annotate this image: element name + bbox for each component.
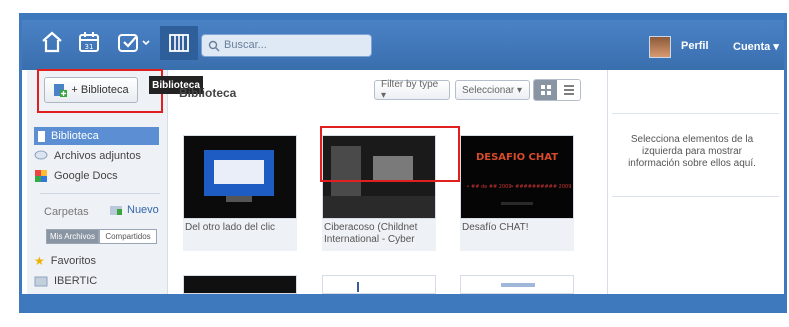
page-title: Biblioteca	[179, 86, 237, 100]
folder-icon	[34, 276, 48, 287]
view-toggle	[533, 79, 581, 101]
svg-text:31: 31	[85, 43, 94, 51]
search-input[interactable]: Buscar...	[201, 34, 372, 57]
home-icon[interactable]	[38, 30, 66, 54]
avatar[interactable]	[649, 36, 671, 58]
search-placeholder: Buscar...	[224, 39, 267, 51]
new-folder-label: Nuevo	[127, 204, 159, 216]
app-frame: 31 Buscar... Perfil Cuenta ▾ + Bibliotec…	[0, 0, 789, 327]
grid-view-button[interactable]	[534, 80, 557, 100]
select-dropdown[interactable]: Seleccionar ▾	[455, 80, 530, 100]
video-thumbnail	[184, 136, 296, 218]
sidebar-item-ibertic[interactable]: IBERTIC	[34, 272, 97, 290]
tab-my-files[interactable]: Mis Archivos	[46, 229, 99, 244]
svg-text:• ## de ## 2009: • ## de ## 2009	[466, 184, 511, 190]
sidebar-item-google-docs[interactable]: Google Docs	[34, 167, 118, 185]
library-button[interactable]	[160, 26, 198, 60]
library-item-caption[interactable]: Desafío CHAT!	[460, 219, 574, 251]
library-nav-icon	[38, 130, 45, 142]
sidebar-item-label: Google Docs	[54, 170, 118, 182]
library-item-thumbnail[interactable]	[460, 275, 574, 294]
google-docs-icon	[35, 170, 47, 182]
folders-label: Carpetas	[44, 206, 89, 218]
thumbnail-mark	[501, 283, 535, 287]
account-menu[interactable]: Cuenta ▾	[733, 40, 779, 53]
chat-bubble-icon	[34, 150, 48, 160]
star-icon: ★	[34, 254, 45, 268]
library-item-caption[interactable]: Del otro lado del clic	[183, 219, 297, 251]
library-item-caption[interactable]: Ciberacoso (Childnet International - Cyb…	[322, 219, 436, 251]
filter-by-type-dropdown[interactable]: Filter by type ▾	[374, 79, 450, 101]
list-view-button[interactable]	[557, 80, 580, 100]
sidebar-item-label: IBERTIC	[54, 275, 98, 287]
profile-link[interactable]: Perfil	[681, 40, 709, 52]
sidebar-item-library[interactable]: Biblioteca	[34, 127, 159, 145]
svg-text:DESAFIO CHAT: DESAFIO CHAT	[476, 152, 558, 163]
sidebar-divider	[40, 193, 160, 194]
sidebar-item-favorites[interactable]: ★ Favoritos	[34, 252, 96, 270]
svg-text:• ########## 2009: • ########## 2009	[511, 184, 572, 190]
details-placeholder-text: Selecciona elementos de la izquierda par…	[628, 134, 756, 169]
search-icon	[208, 40, 220, 52]
details-divider	[612, 113, 779, 114]
library-item-thumbnail[interactable]	[183, 135, 297, 219]
sidebar-item-label: Biblioteca	[51, 130, 99, 142]
tab-shared[interactable]: Compartidos	[99, 229, 157, 244]
assignments-icon[interactable]	[115, 30, 153, 54]
sidebar-item-label: Favoritos	[50, 255, 97, 267]
sidebar-item-label: Archivos adjuntos	[54, 150, 141, 162]
video-thumbnail: DESAFIO CHAT • ## de ## 2009 • #########…	[461, 136, 573, 218]
library-item-thumbnail[interactable]: DESAFIO CHAT • ## de ## 2009 • #########…	[460, 135, 574, 219]
library-item-thumbnail[interactable]	[322, 275, 436, 294]
grid-icon	[540, 85, 551, 95]
calendar-icon[interactable]: 31	[75, 30, 103, 54]
list-icon	[563, 85, 574, 95]
thumbnail-mark	[357, 282, 359, 292]
sidebar-item-attachments[interactable]: Archivos adjuntos	[34, 147, 141, 165]
highlight-box-add-library	[37, 69, 163, 113]
highlight-box-video	[320, 126, 460, 182]
new-folder-icon	[110, 206, 122, 215]
library-item-thumbnail[interactable]	[183, 275, 297, 294]
details-divider	[612, 196, 779, 197]
library-icon	[169, 34, 189, 52]
details-pane	[607, 70, 785, 294]
new-folder-button[interactable]: Nuevo	[109, 204, 159, 216]
